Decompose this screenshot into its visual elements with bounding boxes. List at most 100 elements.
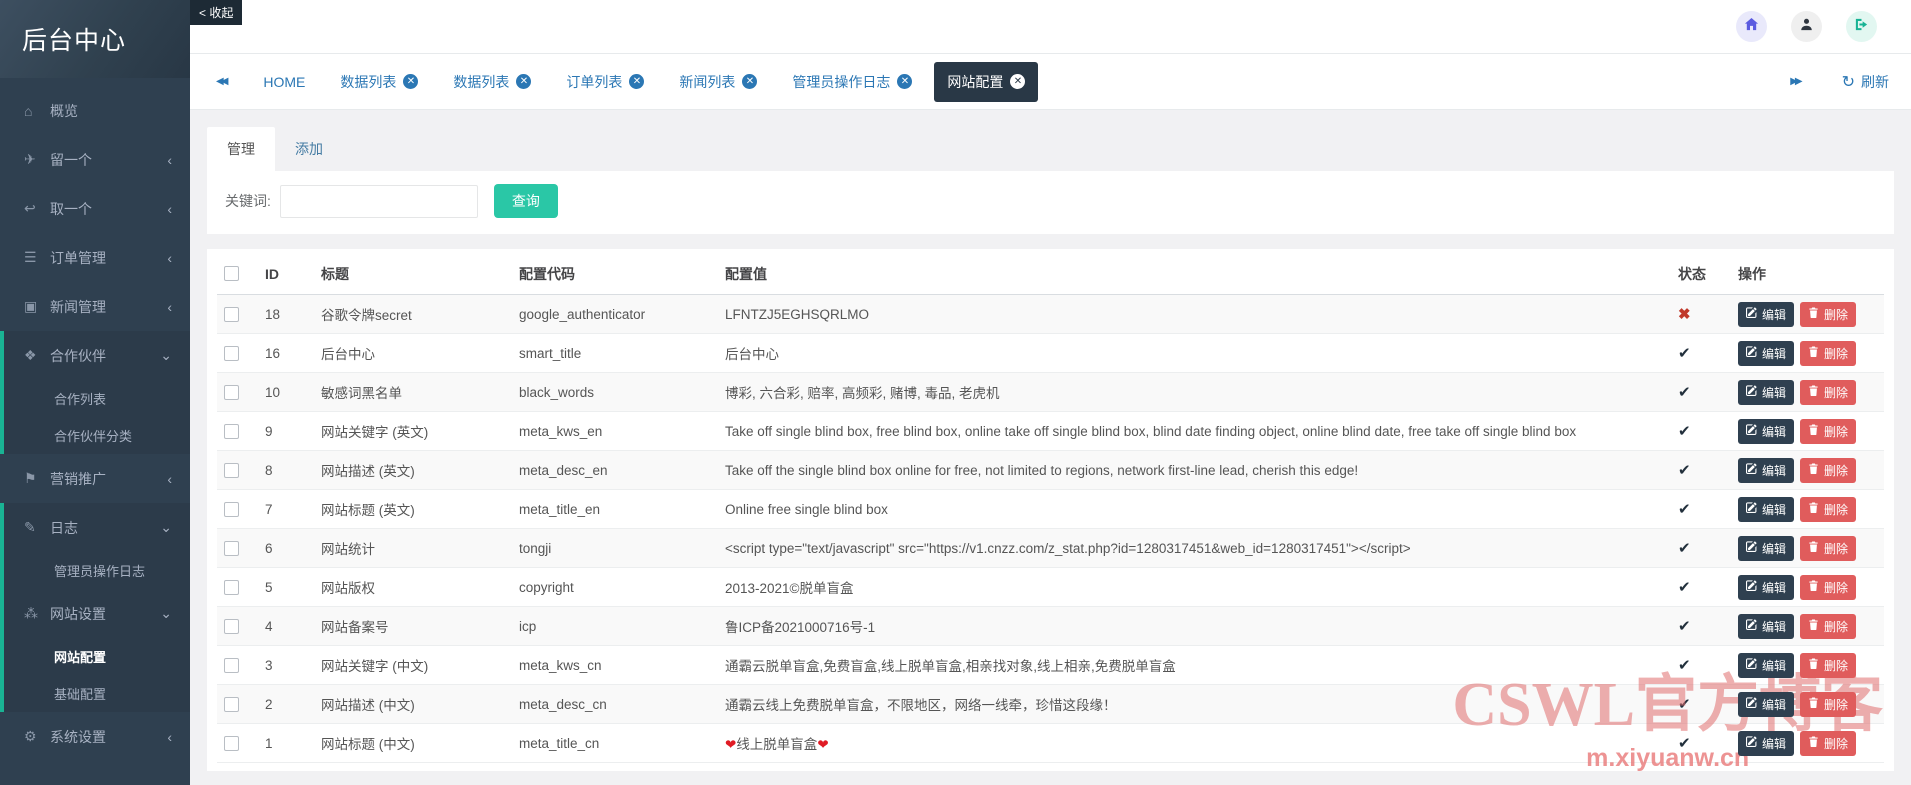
- delete-button[interactable]: 删除: [1800, 652, 1857, 678]
- edit-button[interactable]: 编辑: [1738, 496, 1795, 522]
- edit-icon: [1746, 502, 1757, 516]
- sidebar-item-orders[interactable]: ☰ 订单管理 ‹: [4, 233, 190, 282]
- row-value: Take off the single blind box online for…: [725, 462, 1359, 478]
- sidebar-item-news[interactable]: ▣ 新闻管理 ‹: [4, 282, 190, 331]
- delete-button[interactable]: 删除: [1800, 730, 1857, 756]
- tab-新闻列表[interactable]: 新闻列表 ✕: [666, 62, 770, 102]
- sidebar-item-site-settings[interactable]: ⁂ 网站设置 ⌄: [4, 589, 190, 638]
- sidebar-item-logs[interactable]: ✎ 日志 ⌄: [4, 503, 190, 552]
- row-checkbox[interactable]: [224, 501, 239, 517]
- tabs-scroll-left-icon[interactable]: ◀◀: [212, 70, 229, 93]
- keyword-input[interactable]: [279, 184, 478, 218]
- logout-button[interactable]: [1846, 11, 1877, 42]
- row-actions: 编辑 删除: [1738, 379, 1884, 405]
- row-checkbox[interactable]: [224, 657, 239, 673]
- row-id: 10: [265, 384, 281, 400]
- row-checkbox[interactable]: [224, 345, 239, 361]
- row-checkbox[interactable]: [224, 462, 239, 478]
- tab-数据列表[interactable]: 数据列表 ✕: [440, 62, 544, 102]
- tab-close-icon[interactable]: ✕: [516, 74, 532, 89]
- delete-button[interactable]: 删除: [1800, 379, 1857, 405]
- sidebar-subitem[interactable]: 基础配置: [4, 675, 190, 712]
- row-id: 6: [265, 540, 273, 556]
- sidebar-subitem[interactable]: 合作列表: [4, 380, 190, 417]
- edit-button[interactable]: 编辑: [1738, 652, 1795, 678]
- row-title: 网站版权: [321, 581, 375, 596]
- row-checkbox[interactable]: [224, 618, 239, 634]
- edit-button[interactable]: 编辑: [1738, 535, 1795, 561]
- tab-close-icon[interactable]: ✕: [1010, 74, 1026, 89]
- edit-button[interactable]: 编辑: [1738, 613, 1795, 639]
- row-code: black_words: [519, 384, 595, 400]
- delete-button[interactable]: 删除: [1800, 340, 1857, 366]
- row-check-cell: [217, 423, 265, 439]
- sidebar-item-overview[interactable]: ⌂ 概览: [4, 86, 190, 135]
- edit-button[interactable]: 编辑: [1738, 691, 1795, 717]
- home-button[interactable]: [1736, 11, 1767, 42]
- select-all-checkbox[interactable]: [224, 266, 239, 281]
- row-checkbox[interactable]: [224, 384, 239, 400]
- row-checkbox[interactable]: [224, 423, 239, 439]
- sidebar-collapse-button[interactable]: < 收起: [190, 0, 243, 25]
- row-code: meta_desc_en: [519, 462, 608, 478]
- tab-管理员操作日志[interactable]: 管理员操作日志 ✕: [779, 62, 925, 102]
- delete-button[interactable]: 删除: [1800, 457, 1857, 483]
- row-status: ✔: [1678, 734, 1738, 752]
- query-button[interactable]: 查询: [493, 184, 558, 218]
- edit-button[interactable]: 编辑: [1738, 301, 1795, 327]
- row-code: meta_kws_cn: [519, 657, 602, 673]
- row-actions: 编辑 删除: [1738, 730, 1884, 756]
- row-title: 网站关键字 (中文): [321, 659, 429, 674]
- row-id: 18: [265, 306, 281, 322]
- sidebar-item-leave-one[interactable]: ✈ 留一个 ‹: [4, 135, 190, 184]
- row-value: 博彩, 六合彩, 赔率, 高频彩, 赌博, 毒品, 老虎机: [725, 386, 1000, 401]
- row-actions: 编辑 删除: [1738, 340, 1884, 366]
- row-value: Online free single blind box: [725, 501, 888, 517]
- tab-HOME[interactable]: HOME: [250, 64, 318, 100]
- tab-close-icon[interactable]: ✕: [629, 74, 645, 89]
- main-area: < 收起 ◀◀ HOME 数据列表 ✕ 数据列表 ✕ 订单列表 ✕ 新闻列表 ✕ 管理员操作日志 ✕…: [190, 0, 1911, 785]
- edit-button[interactable]: 编辑: [1738, 340, 1795, 366]
- delete-button[interactable]: 删除: [1800, 574, 1857, 600]
- edit-button[interactable]: 编辑: [1738, 379, 1795, 405]
- refresh-button[interactable]: ↻ 刷新: [1842, 72, 1889, 92]
- sidebar-item-system-settings[interactable]: ⚙ 系统设置 ‹: [4, 712, 190, 761]
- sidebar-item-marketing[interactable]: ⚑ 营销推广 ‹: [4, 454, 190, 503]
- tab-订单列表[interactable]: 订单列表 ✕: [553, 62, 657, 102]
- delete-button[interactable]: 删除: [1800, 496, 1857, 522]
- row-checkbox[interactable]: [224, 306, 239, 322]
- panel-tab-管理[interactable]: 管理: [207, 127, 275, 171]
- delete-button[interactable]: 删除: [1800, 301, 1857, 327]
- heart-icon: ❤: [725, 737, 737, 752]
- tab-close-icon[interactable]: ✕: [403, 74, 419, 89]
- edit-icon: [1746, 658, 1757, 672]
- delete-button[interactable]: 删除: [1800, 535, 1857, 561]
- row-checkbox[interactable]: [224, 696, 239, 712]
- row-checkbox[interactable]: [224, 540, 239, 556]
- delete-button[interactable]: 删除: [1800, 613, 1857, 639]
- row-checkbox[interactable]: [224, 579, 239, 595]
- edit-button[interactable]: 编辑: [1738, 457, 1795, 483]
- tab-网站配置[interactable]: 网站配置 ✕: [934, 61, 1039, 102]
- delete-button[interactable]: 删除: [1800, 691, 1857, 717]
- edit-button[interactable]: 编辑: [1738, 574, 1795, 600]
- sidebar-item-partners[interactable]: ❖ 合作伙伴 ⌄: [4, 331, 190, 380]
- tabs-scroll-right-icon[interactable]: ▶▶: [1786, 70, 1803, 93]
- tab-close-icon[interactable]: ✕: [742, 74, 758, 89]
- sidebar-menu: ⌂ 概览 ✈ 留一个 ‹ ↩ 取一个 ‹ ☰ 订单管理 ‹ ▣ 新闻管理 ‹ ❖ 合作伙伴 ⌄ 合作列表 合作伙伴分…: [0, 78, 190, 761]
- tab-close-icon[interactable]: ✕: [897, 74, 913, 89]
- tab-数据列表[interactable]: 数据列表 ✕: [327, 62, 431, 102]
- sitemap-icon: ⁂: [24, 605, 38, 621]
- user-button[interactable]: [1791, 11, 1822, 42]
- edit-button[interactable]: 编辑: [1738, 418, 1795, 444]
- sidebar-subitem[interactable]: 网站配置: [4, 638, 190, 675]
- delete-button[interactable]: 删除: [1800, 418, 1857, 444]
- sidebar-subitem[interactable]: 合作伙伴分类: [4, 417, 190, 454]
- edit-button[interactable]: 编辑: [1738, 730, 1795, 756]
- sidebar-subitem[interactable]: 管理员操作日志: [4, 552, 190, 589]
- sidebar-item-take-one[interactable]: ↩ 取一个 ‹: [4, 184, 190, 233]
- row-checkbox[interactable]: [224, 735, 239, 751]
- panel-tab-添加[interactable]: 添加: [275, 127, 343, 171]
- row-title: 谷歌令牌secret: [321, 308, 412, 323]
- row-check-cell: [217, 462, 265, 478]
